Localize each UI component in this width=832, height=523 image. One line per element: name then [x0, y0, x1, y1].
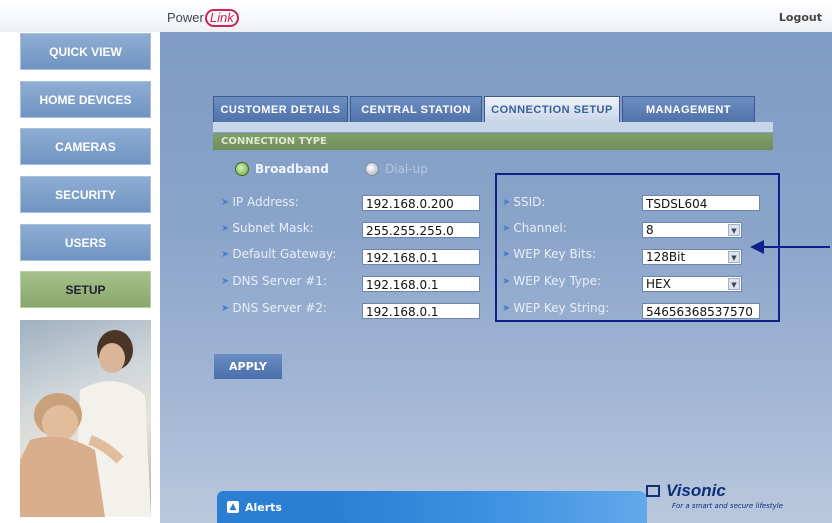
radio-dialup-label: Dial-up	[385, 162, 428, 176]
chevron-down-icon: ▼	[728, 224, 740, 236]
radio-unselected-icon	[365, 162, 379, 176]
annotation-arrow-icon	[750, 240, 764, 254]
subnet-mask-label-text: Subnet Mask:	[232, 221, 314, 235]
subnet-mask-input[interactable]: 255.255.255.0	[362, 222, 480, 238]
powerlink-logo: Power Link	[167, 9, 239, 27]
arrow-icon: ➤	[221, 275, 230, 287]
chevron-up-icon: ▲	[227, 501, 239, 513]
nav-users[interactable]: USERS	[20, 224, 151, 261]
channel-select[interactable]: 8 ▼	[642, 222, 742, 238]
tab-central-station[interactable]: CENTRAL STATION	[350, 96, 482, 122]
logout-link[interactable]: Logout	[779, 11, 822, 24]
arrow-icon: ➤	[221, 222, 230, 234]
default-gateway-label: ➤ Default Gateway:	[221, 247, 336, 261]
ip-address-label: ➤ IP Address:	[221, 195, 299, 209]
wep-key-type-label-text: WEP Key Type:	[513, 274, 602, 288]
logo-link-text: Link	[204, 9, 239, 27]
logo-text: Power	[167, 10, 204, 25]
visonic-mark-icon	[646, 485, 660, 497]
arrow-icon: ➤	[502, 196, 511, 208]
radio-broadband-label: Broadband	[255, 162, 329, 176]
wep-key-string-input[interactable]: 54656368537570	[642, 303, 760, 319]
channel-label: ➤ Channel:	[502, 221, 567, 235]
channel-value: 8	[646, 223, 654, 237]
tab-management[interactable]: MANAGEMENT	[622, 96, 755, 122]
wep-key-type-value: HEX	[646, 277, 671, 291]
connection-type-header: CONNECTION TYPE	[213, 133, 773, 150]
dns1-label: ➤ DNS Server #1:	[221, 274, 327, 288]
wep-key-bits-label: ➤ WEP Key Bits:	[502, 247, 596, 261]
wep-key-type-select[interactable]: HEX ▼	[642, 276, 742, 292]
arrow-icon: ➤	[221, 196, 230, 208]
radio-broadband[interactable]: Broadband	[235, 162, 329, 176]
nav-quick-view[interactable]: QUICK VIEW	[20, 33, 151, 70]
default-gateway-input[interactable]: 192.168.0.1	[362, 249, 480, 265]
nav-security[interactable]: SECURITY	[20, 176, 151, 213]
alerts-label: Alerts	[245, 500, 282, 514]
dns2-label: ➤ DNS Server #2:	[221, 301, 327, 315]
nav-home-devices[interactable]: HOME DEVICES	[20, 81, 151, 118]
wep-key-string-label: ➤ WEP Key String:	[502, 301, 609, 315]
annotation-arrow-line	[763, 246, 830, 248]
brand-tagline: For a smart and secure lifestyle	[672, 502, 784, 510]
arrow-icon: ➤	[221, 248, 230, 260]
nav-cameras[interactable]: CAMERAS	[20, 128, 151, 165]
radio-dialup[interactable]: Dial-up	[365, 162, 428, 176]
wep-key-bits-label-text: WEP Key Bits:	[513, 247, 597, 261]
dns1-input[interactable]: 192.168.0.1	[362, 276, 480, 292]
family-photo	[20, 320, 151, 517]
subnet-mask-label: ➤ Subnet Mask:	[221, 221, 314, 235]
arrow-icon: ➤	[502, 248, 511, 260]
ip-address-label-text: IP Address:	[232, 195, 299, 209]
channel-label-text: Channel:	[513, 221, 567, 235]
ssid-label: ➤ SSID:	[502, 195, 545, 209]
wep-key-string-label-text: WEP Key String:	[513, 301, 610, 315]
wep-key-bits-value: 128Bit	[646, 250, 686, 264]
arrow-icon: ➤	[221, 302, 230, 314]
arrow-icon: ➤	[502, 302, 511, 314]
tab-connection-setup[interactable]: CONNECTION SETUP	[484, 96, 620, 122]
alerts-tab[interactable]: ▲ Alerts	[217, 491, 345, 523]
tab-content-strip	[213, 122, 773, 132]
dns2-input[interactable]: 192.168.0.1	[362, 303, 480, 319]
brand-name: Visonic	[666, 481, 726, 500]
top-bar: Power Link Logout	[0, 0, 832, 32]
chevron-down-icon: ▼	[728, 278, 740, 290]
arrow-icon: ➤	[502, 275, 511, 287]
visonic-logo: Visonic For a smart and secure lifestyle	[646, 481, 783, 510]
dns1-label-text: DNS Server #1:	[232, 274, 327, 288]
arrow-icon: ➤	[502, 222, 511, 234]
apply-button[interactable]: APPLY	[213, 353, 283, 380]
ssid-input[interactable]: TSDSL604	[642, 195, 760, 211]
wep-key-bits-select[interactable]: 128Bit ▼	[642, 249, 742, 265]
nav-setup[interactable]: SETUP	[20, 271, 151, 308]
dns2-label-text: DNS Server #2:	[232, 301, 327, 315]
default-gateway-label-text: Default Gateway:	[232, 247, 337, 261]
ssid-label-text: SSID:	[513, 195, 546, 209]
ip-address-input[interactable]: 192.168.0.200	[362, 195, 480, 211]
wep-key-type-label: ➤ WEP Key Type:	[502, 274, 601, 288]
chevron-down-icon: ▼	[728, 251, 740, 263]
tab-customer-details[interactable]: CUSTOMER DETAILS	[213, 96, 348, 122]
radio-selected-icon	[235, 162, 249, 176]
